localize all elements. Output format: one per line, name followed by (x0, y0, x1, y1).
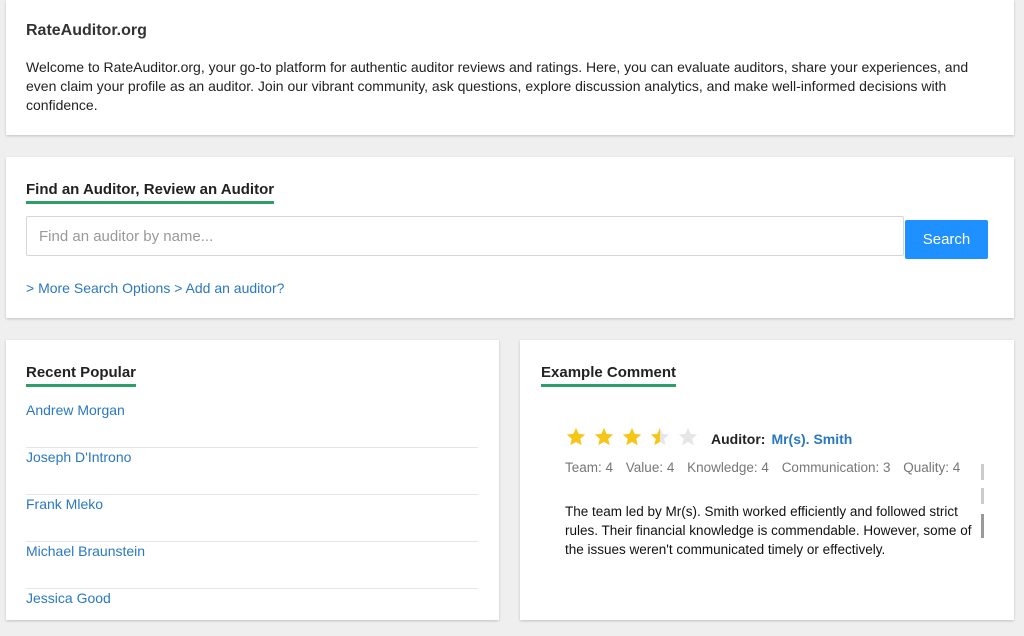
recent-popular-card: Recent Popular Andrew Morgan Joseph D'In… (6, 340, 499, 620)
list-item: Michael Braunstein (26, 542, 478, 589)
example-comment-heading: Example Comment (541, 364, 677, 387)
auditor-link[interactable]: Joseph D'Introno (26, 449, 131, 465)
more-search-options-link[interactable]: > More Search Options (26, 280, 170, 296)
list-item: Frank Mleko (26, 495, 478, 542)
search-input[interactable] (26, 216, 904, 256)
score-communication: Communication: 3 (781, 460, 891, 475)
auditor-link[interactable]: Jessica Good (26, 590, 111, 606)
search-card: Find an Auditor, Review an Auditor Searc… (6, 157, 1014, 318)
score-team: Team: 4 (565, 460, 614, 475)
scores-row: Team: 4 Value: 4 Knowledge: 4 Communicat… (565, 460, 969, 475)
scrollbar-segment (981, 464, 984, 480)
scrollbar[interactable] (981, 464, 984, 538)
star-icon (622, 427, 642, 445)
auditor-label: Auditor: (711, 431, 766, 447)
intro-card: RateAuditor.org Welcome to RateAuditor.o… (6, 0, 1014, 135)
popular-list: Andrew Morgan Joseph D'Introno Frank Mle… (26, 401, 478, 636)
example-comment-card: Example Comment Auditor: Mr(s). Smith Te… (520, 340, 1014, 620)
list-item: Jessica Good (26, 589, 478, 636)
search-button[interactable]: Search (905, 220, 988, 259)
recent-popular-heading: Recent Popular (26, 364, 137, 387)
auditor-link[interactable]: Andrew Morgan (26, 402, 125, 418)
scrollbar-thumb[interactable] (981, 514, 984, 538)
site-title: RateAuditor.org (26, 22, 147, 39)
auditor-link[interactable]: Michael Braunstein (26, 543, 145, 559)
search-heading: Find an Auditor, Review an Auditor (26, 181, 275, 204)
star-rating (565, 426, 705, 453)
score-value: Value: 4 (625, 460, 675, 475)
scrollbar-segment (981, 488, 984, 504)
star-icon (594, 427, 614, 445)
auditor-name-link[interactable]: Mr(s). Smith (771, 431, 852, 447)
comment-text: The team led by Mr(s). Smith worked effi… (565, 504, 972, 557)
search-links: > More Search Options > Add an auditor? (26, 280, 284, 296)
score-quality: Quality: 4 (903, 460, 961, 475)
search-row: Search (26, 216, 988, 259)
star-icon (650, 427, 670, 445)
intro-text: Welcome to RateAuditor.org, your go-to p… (26, 59, 969, 113)
rating-row: Auditor: Mr(s). Smith (565, 426, 852, 453)
add-auditor-link[interactable]: > Add an auditor? (174, 280, 284, 296)
star-icon (566, 427, 586, 445)
list-item: Joseph D'Introno (26, 448, 478, 495)
auditor-link[interactable]: Frank Mleko (26, 496, 103, 512)
star-icon (678, 427, 698, 445)
list-item: Andrew Morgan (26, 401, 478, 448)
score-knowledge: Knowledge: 4 (687, 460, 769, 475)
